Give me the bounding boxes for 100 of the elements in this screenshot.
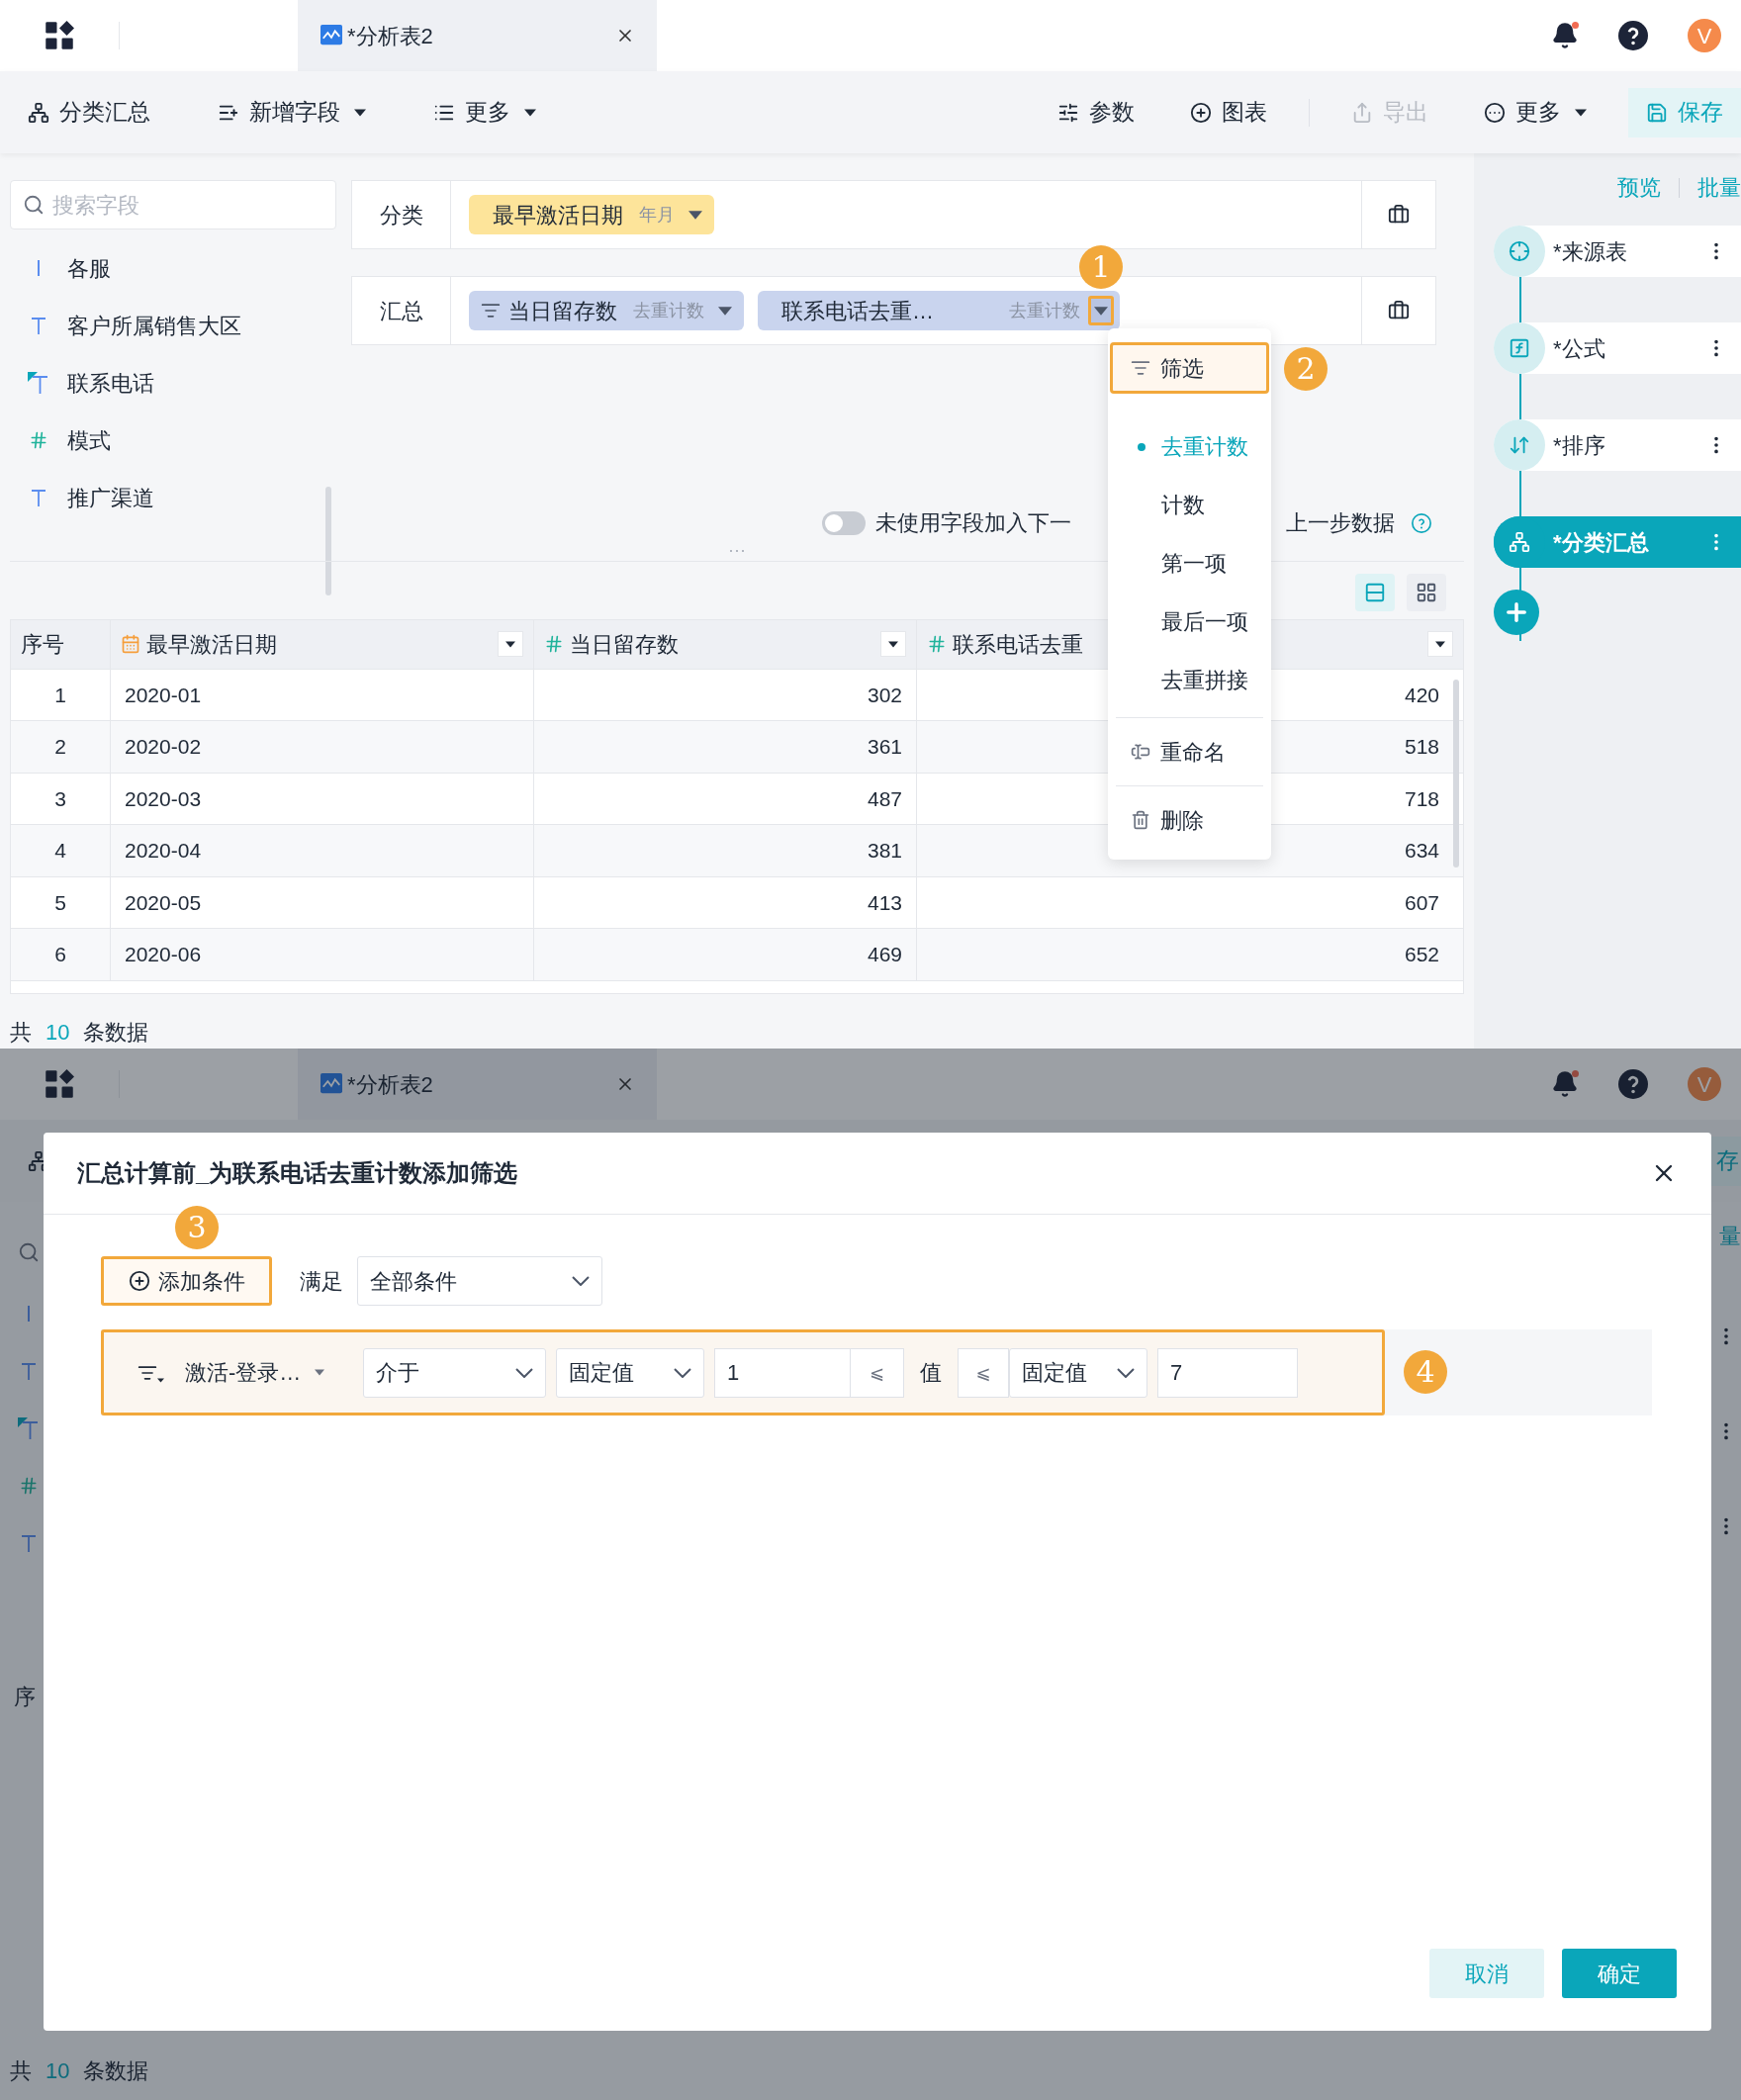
column-menu-button[interactable] (1427, 631, 1453, 658)
notification-icon[interactable] (1551, 22, 1579, 49)
toggle-label: 未使用字段加入下一 (875, 509, 1072, 537)
callout-number: 1 (1079, 245, 1123, 289)
column-menu-button[interactable] (880, 631, 906, 658)
field-select[interactable]: 激活-登录… (185, 1356, 353, 1389)
text-type-icon (28, 372, 49, 394)
config-row: 分类 最早激活日期 年月 (351, 180, 1436, 249)
comparison-select[interactable]: ⩽ (958, 1347, 1009, 1398)
table-cell: 2020-05 (110, 877, 533, 929)
caret-icon (888, 641, 898, 648)
column-menu-button[interactable] (498, 631, 523, 658)
briefcase-icon[interactable] (1388, 204, 1410, 226)
match-label: 满足 (300, 1267, 343, 1296)
add-node-button[interactable] (1494, 590, 1539, 635)
lower-value-input[interactable]: 1 ⩽ (714, 1347, 904, 1398)
footer-text: 共 (10, 1019, 32, 1047)
toolbar-button[interactable]: 图表 (1176, 87, 1281, 137)
search-input[interactable]: 搜索字段 (52, 188, 290, 222)
caret-icon (1435, 641, 1445, 648)
value-type-select[interactable]: 固定值 (1009, 1347, 1147, 1398)
crosshair-icon (1509, 240, 1530, 262)
chevron-down-icon (674, 1367, 691, 1378)
column-header[interactable]: 序号 (11, 620, 110, 669)
match-select[interactable]: 全部条件 (357, 1256, 602, 1306)
callout-number: 3 (175, 1206, 219, 1249)
caret-icon (688, 210, 702, 220)
table-cell: 2020-06 (110, 929, 533, 980)
document-tab[interactable]: *分析表2 (298, 0, 657, 71)
flow-node[interactable]: *公式 (1494, 322, 1741, 374)
bar-icon (27, 1306, 31, 1322)
table-cell: 2020-01 (110, 670, 533, 721)
ellipsis-circle-icon (1484, 101, 1506, 124)
sliders-icon (1057, 101, 1079, 124)
help-icon[interactable] (1618, 21, 1648, 50)
filter-icon (1131, 358, 1150, 378)
value-type-select[interactable]: 固定值 (556, 1347, 704, 1398)
toolbar-button[interactable]: 新增字段 (204, 87, 380, 137)
table-cell-text: 5 (53, 890, 67, 916)
trash-icon (1131, 810, 1150, 830)
briefcase-icon[interactable] (1388, 300, 1410, 321)
plus-circle-icon (1190, 101, 1212, 124)
menu-option[interactable]: 计数 (1116, 476, 1263, 534)
list-view-button[interactable] (1355, 574, 1395, 611)
table-cell: 2020-04 (110, 825, 533, 876)
hierarchy-icon (28, 101, 49, 124)
upper-value-input[interactable]: 7 (1157, 1347, 1298, 1398)
table-cell: 607 (916, 877, 1463, 929)
document-tab[interactable]: *分析表2 (298, 1049, 657, 1120)
caret-icon (1094, 306, 1108, 316)
share-icon (1351, 101, 1373, 124)
footer-text: 条数据 (83, 1019, 149, 1047)
table-cell-text: 3 (53, 786, 67, 812)
search-field[interactable]: 搜索字段 (10, 180, 336, 229)
field-item[interactable]: 联系电话 (10, 354, 336, 411)
field-item[interactable]: 模式 (10, 411, 336, 469)
hierarchy-icon (1509, 531, 1530, 553)
grid-view-button[interactable] (1407, 574, 1446, 611)
toolbar-button[interactable]: 更多 (419, 87, 550, 137)
caret-icon (718, 306, 732, 316)
table-cell: 302 (533, 670, 916, 721)
field-item[interactable]: 推广渠道 (10, 469, 336, 526)
menu-option[interactable]: 最后一项 (1116, 593, 1263, 651)
menu-option[interactable]: 第一项 (1116, 534, 1263, 593)
save-icon (1646, 101, 1668, 124)
text-type-icon (31, 489, 46, 506)
toolbar-button[interactable]: 分类汇总 (14, 87, 164, 137)
flow-node[interactable]: *来源表 (1494, 226, 1741, 277)
chart-icon (320, 1073, 343, 1095)
table-cell-text: 6 (53, 942, 67, 968)
toolbar-button[interactable]: 参数 (1044, 87, 1148, 137)
text-type-icon (31, 317, 46, 334)
text-type-icon (21, 1534, 37, 1552)
caret-icon (157, 1377, 164, 1383)
toolbar-button[interactable]: 更多 (1470, 87, 1601, 137)
app-grid-icon[interactable] (45, 21, 74, 50)
hash-icon (544, 634, 564, 655)
operator-select[interactable]: 介于 (363, 1347, 546, 1398)
footer-text: 共 (10, 2056, 32, 2085)
column-header[interactable]: 最早激活日期 (110, 620, 533, 669)
help-icon[interactable] (1618, 1069, 1648, 1099)
field-chip[interactable]: 当日留存数 去重计数 (469, 291, 744, 330)
table-cell: 652 (916, 929, 1463, 980)
table-cell-text: 1 (53, 683, 67, 708)
filter-icon (481, 301, 501, 320)
app-grid-icon[interactable] (45, 1069, 74, 1099)
drag-handle-icon[interactable] (729, 549, 745, 553)
footer-text: 条数据 (83, 2056, 149, 2085)
table-cell: 381 (533, 825, 916, 876)
comparison-select[interactable]: ⩽ (851, 1359, 903, 1386)
notification-icon[interactable] (1551, 1070, 1579, 1098)
value-label: 值 (920, 1359, 942, 1387)
hash-icon (19, 1476, 39, 1496)
chevron-down-icon (515, 1367, 533, 1378)
column-header[interactable]: 当日留存数 (533, 620, 916, 669)
toggle-switch[interactable] (822, 510, 866, 535)
field-chip[interactable]: 最早激活日期 年月 (469, 195, 714, 234)
field-item[interactable]: 客户所属销售大区 (10, 297, 336, 354)
field-item[interactable]: 各服 (10, 239, 336, 297)
flow-node[interactable]: *排序 (1494, 419, 1741, 471)
